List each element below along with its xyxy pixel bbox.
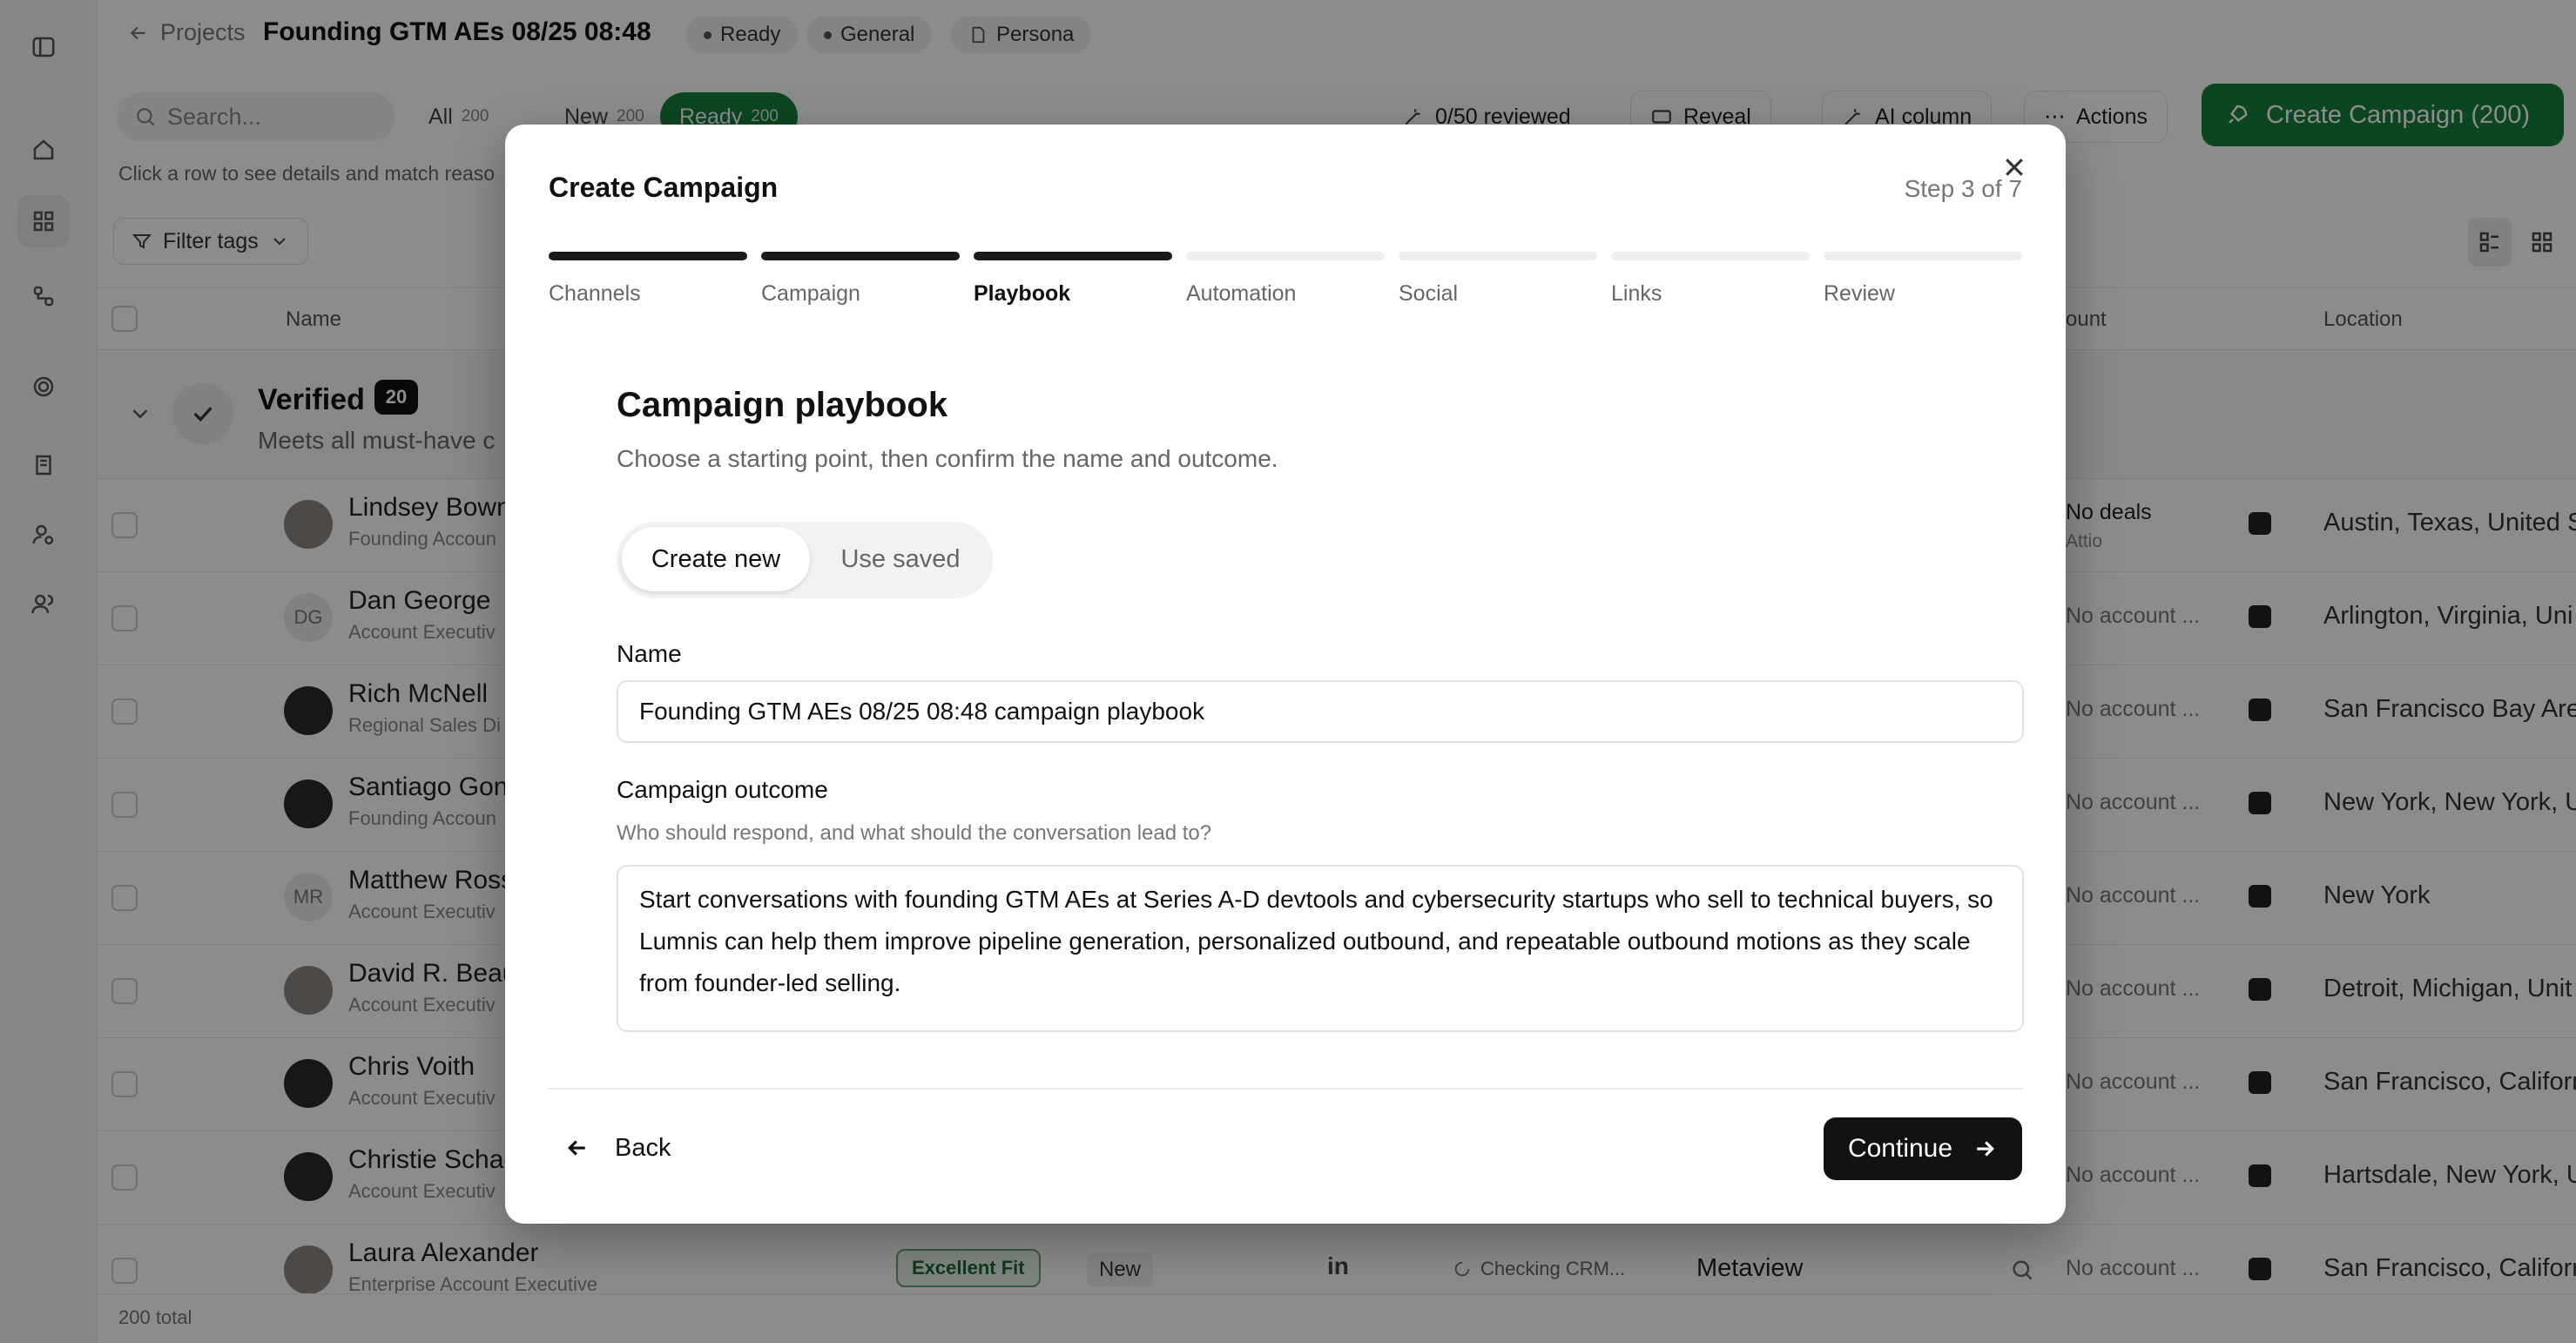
step-links[interactable]: Links	[1611, 252, 1810, 307]
create-new-option[interactable]: Create new	[622, 527, 810, 591]
arrow-right-icon	[1977, 1141, 1995, 1157]
step-label: Playbook	[974, 281, 1071, 306]
step-bar	[549, 252, 747, 260]
step-campaign[interactable]: Campaign	[761, 252, 960, 307]
playbook-source-toggle: Create new Use saved	[617, 522, 993, 598]
footer-divider	[549, 1088, 2022, 1090]
name-label: Name	[617, 640, 682, 667]
step-bar	[1824, 252, 2022, 260]
step-bar	[974, 252, 1172, 260]
step-bar	[1399, 252, 1597, 260]
step-automation[interactable]: Automation	[1186, 252, 1385, 307]
step-label: Social	[1399, 281, 1459, 306]
campaign-outcome-textarea[interactable]: Start conversations with founding GTM AE…	[617, 865, 2024, 1032]
step-label: Channels	[549, 281, 641, 306]
dialog-title: Create Campaign	[549, 172, 779, 203]
create-campaign-dialog: Create Campaign Step 3 of 7 Channels Cam…	[505, 125, 2066, 1224]
step-label: Review	[1824, 281, 1895, 306]
step-bar	[1186, 252, 1385, 260]
use-saved-option[interactable]: Use saved	[813, 527, 988, 591]
playbook-name-input[interactable]	[617, 680, 2024, 743]
section-title: Campaign playbook	[617, 386, 948, 424]
step-social[interactable]: Social	[1399, 252, 1597, 307]
step-review[interactable]: Review	[1824, 252, 2022, 307]
close-icon[interactable]	[2001, 154, 2027, 180]
back-button[interactable]: Back	[564, 1117, 671, 1178]
stepper: Channels Campaign Playbook Automation So…	[549, 252, 2022, 321]
step-channels[interactable]: Channels	[549, 252, 747, 307]
outcome-help: Who should respond, and what should the …	[617, 821, 1212, 845]
step-label: Automation	[1186, 281, 1297, 306]
arrow-left-icon	[568, 1140, 585, 1156]
step-label: Campaign	[761, 281, 860, 306]
continue-label: Continue	[1847, 1134, 1953, 1163]
back-label: Back	[615, 1133, 671, 1162]
outcome-label: Campaign outcome	[617, 776, 828, 803]
step-bar	[1611, 252, 1810, 260]
step-label: Links	[1611, 281, 1662, 306]
step-bar	[761, 252, 960, 260]
step-playbook[interactable]: Playbook	[974, 252, 1172, 307]
continue-button[interactable]: Continue	[1824, 1117, 2022, 1180]
section-subtitle: Choose a starting point, then confirm th…	[617, 445, 1278, 472]
